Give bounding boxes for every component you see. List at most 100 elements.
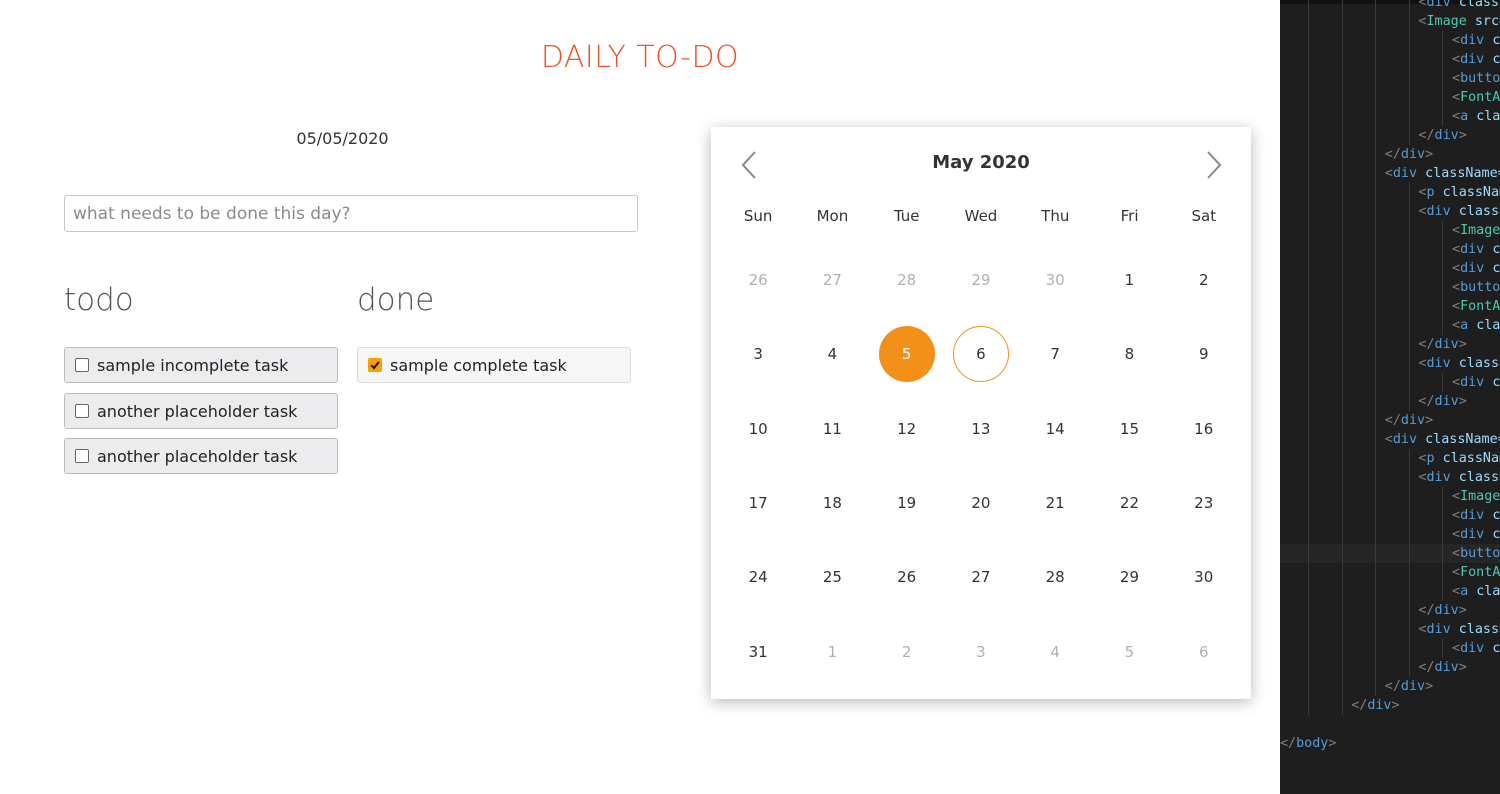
calendar-day[interactable]: 22 (1092, 466, 1166, 540)
task-checkbox[interactable] (75, 358, 89, 372)
calendar-day[interactable]: 25 (795, 540, 869, 614)
indent-guide (1341, 544, 1343, 563)
calendar-day[interactable]: 24 (721, 540, 795, 614)
calendar-day[interactable]: 16 (1167, 392, 1241, 466)
calendar-day[interactable]: 6 (1167, 614, 1241, 688)
indent-guide (1375, 373, 1377, 392)
task-checkbox[interactable] (75, 404, 89, 418)
calendar-day[interactable]: 17 (721, 466, 795, 540)
calendar-day[interactable]: 13 (944, 392, 1018, 466)
calendar-day[interactable]: 21 (1018, 466, 1092, 540)
calendar-day-number: 1 (827, 642, 838, 661)
indent-guide (1308, 639, 1309, 658)
todo-task-item[interactable]: sample incomplete task (64, 347, 338, 383)
code-text: <div className= (1418, 204, 1500, 219)
calendar-day[interactable]: 20 (944, 466, 1018, 540)
calendar-day[interactable]: 5 (1092, 614, 1166, 688)
calendar-day[interactable]: 12 (870, 392, 944, 466)
indent-guide (1442, 69, 1444, 88)
calendar-day-grid: 26 27 28 29 30 1 2 3 4 5 6 7 8 9 10 11 12 13 14 15 16 17 18 19 2… (721, 243, 1241, 689)
calendar-day[interactable]: 1 (1092, 243, 1166, 317)
calendar-day[interactable]: 15 (1092, 392, 1166, 466)
task-checkbox[interactable] (75, 449, 89, 463)
indent-guide (1375, 12, 1377, 31)
calendar-day[interactable]: 14 (1018, 392, 1092, 466)
calendar-day[interactable]: 10 (721, 392, 795, 466)
date-picker-calendar: May 2020 Sun Mon Tue Wed Thu Fri Sat 26 27 28 29 3… (711, 127, 1251, 699)
calendar-day[interactable]: 2 (1167, 243, 1241, 317)
calendar-day[interactable]: 26 (870, 540, 944, 614)
weekday-label: Mon (816, 207, 849, 225)
task-checkbox-checked[interactable] (368, 358, 382, 372)
calendar-day-number: 6 (1198, 642, 1209, 661)
code-text: <div className= (1418, 470, 1500, 485)
indent-guide (1442, 278, 1444, 297)
calendar-day[interactable]: 28 (870, 243, 944, 317)
calendar-day[interactable]: 2 (870, 614, 944, 688)
calendar-day[interactable]: 4 (1018, 614, 1092, 688)
indent-guide (1341, 69, 1343, 88)
weekday-label: Sun (743, 207, 773, 225)
code-text: <button cla (1452, 546, 1500, 561)
calendar-day[interactable]: 7 (1018, 317, 1092, 391)
weekday-label: Wed (964, 207, 998, 225)
indent-guide (1442, 31, 1444, 50)
code-line[interactable]: <button cla (1280, 544, 1500, 563)
calendar-day[interactable]: 19 (870, 466, 944, 540)
done-task-item[interactable]: sample complete task (357, 347, 631, 383)
calendar-day[interactable]: 1 (795, 614, 869, 688)
calendar-day-number: 15 (1119, 419, 1139, 438)
indent-guide (1308, 145, 1309, 164)
indent-guide (1442, 107, 1444, 126)
calendar-day-selected[interactable]: 5 (870, 317, 944, 391)
todo-task-item[interactable]: another placeholder task (64, 393, 338, 429)
calendar-day[interactable]: 27 (944, 540, 1018, 614)
code-text: <FontAwesom (1452, 299, 1500, 314)
calendar-day[interactable]: 9 (1167, 317, 1241, 391)
calendar-day[interactable]: 30 (1018, 243, 1092, 317)
calendar-day[interactable]: 29 (1092, 540, 1166, 614)
calendar-day[interactable]: 4 (795, 317, 869, 391)
indent-guide (1341, 278, 1343, 297)
indent-guide (1408, 221, 1410, 240)
indent-guide (1341, 430, 1343, 449)
calendar-day[interactable]: 30 (1167, 540, 1241, 614)
indent-guide (1375, 468, 1377, 487)
next-month-button[interactable] (1201, 149, 1227, 181)
calendar-day-number: 8 (1124, 345, 1135, 364)
calendar-day[interactable]: 3 (721, 317, 795, 391)
indent-guide (1375, 563, 1377, 582)
calendar-day[interactable]: 31 (721, 614, 795, 688)
indent-guide (1308, 411, 1309, 430)
calendar-day[interactable]: 26 (721, 243, 795, 317)
indent-guide (1341, 373, 1343, 392)
todo-task-item[interactable]: another placeholder task (64, 438, 338, 474)
calendar-day[interactable]: 3 (944, 614, 1018, 688)
indent-guide (1308, 544, 1309, 563)
code-text: <div classN (1452, 508, 1500, 523)
calendar-day-number: 26 (897, 568, 917, 587)
indent-guide (1442, 544, 1444, 563)
calendar-day[interactable]: 28 (1018, 540, 1092, 614)
calendar-day-number: 6 (952, 326, 1009, 383)
calendar-day[interactable]: 23 (1167, 466, 1241, 540)
calendar-day[interactable]: 11 (795, 392, 869, 466)
indent-guide (1375, 259, 1377, 278)
selected-date[interactable]: 05/05/2020 (270, 129, 415, 148)
code-text: <a classNam (1452, 109, 1500, 124)
calendar-day[interactable]: 18 (795, 466, 869, 540)
indent-guide (1341, 392, 1343, 411)
indent-guide (1308, 658, 1309, 677)
indent-guide (1341, 221, 1343, 240)
calendar-day[interactable]: 27 (795, 243, 869, 317)
indent-guide (1442, 563, 1444, 582)
indent-guide (1308, 601, 1309, 620)
indent-guide (1408, 12, 1410, 31)
new-task-input[interactable] (64, 195, 638, 232)
calendar-day[interactable]: 8 (1092, 317, 1166, 391)
indent-guide (1442, 525, 1444, 544)
calendar-month-label[interactable]: May 2020 (711, 152, 1251, 173)
task-label: sample complete task (390, 355, 567, 375)
calendar-day-today[interactable]: 6 (944, 317, 1018, 391)
calendar-day[interactable]: 29 (944, 243, 1018, 317)
